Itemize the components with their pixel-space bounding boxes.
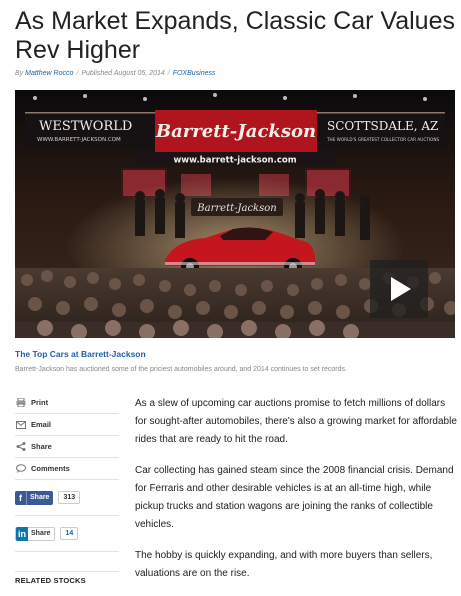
source-link[interactable]: FOXBusiness	[173, 70, 216, 77]
share-icon	[15, 442, 26, 452]
share-label: Share	[31, 442, 52, 451]
facebook-icon: f	[15, 490, 27, 505]
article-tools: Print Email Share Comments f Share 313 i…	[15, 392, 119, 552]
play-button[interactable]	[370, 260, 428, 318]
linkedin-share-count: 14	[60, 527, 79, 540]
play-icon	[391, 277, 411, 301]
print-button[interactable]: Print	[15, 392, 119, 414]
video-title[interactable]: The Top Cars at Barrett-Jackson	[15, 349, 146, 359]
linkedin-share-label: Share	[31, 530, 51, 537]
publish-date: Published August 05, 2014	[81, 70, 165, 77]
banner-logo: Barrett-Jackson	[155, 121, 316, 142]
article-headline: As Market Expands, Classic Car Values Re…	[15, 7, 455, 64]
banner-right-tagline: THE WORLD'S GREATEST COLLECTOR CAR AUCTI…	[326, 137, 439, 142]
banner-right-title: SCOTTSDALE, AZ	[327, 119, 438, 133]
email-button[interactable]: Email	[15, 414, 119, 436]
banner-url: www.barrett-jackson.com	[173, 156, 296, 166]
article-body: As a slew of upcoming car auctions promi…	[135, 395, 457, 596]
body-paragraph: As a slew of upcoming car auctions promi…	[135, 398, 457, 445]
facebook-share-label: Share	[30, 494, 50, 501]
linkedin-icon: in	[16, 526, 28, 541]
video-caption: Barrett-Jackson has auctioned some of th…	[15, 366, 347, 373]
email-label: Email	[31, 420, 52, 429]
comments-button[interactable]: Comments	[15, 458, 119, 480]
video-player[interactable]: WESTWORLD WWW.BARRETT-JACKSON.COM Barret…	[15, 90, 455, 338]
facebook-share-row: f Share 313	[15, 480, 119, 516]
related-divider	[15, 571, 119, 572]
linkedin-share-row: in Share 14	[15, 516, 119, 552]
facebook-share-button[interactable]: f Share	[15, 490, 54, 505]
facebook-share-count: 313	[58, 491, 81, 504]
comments-label: Comments	[31, 464, 70, 473]
byline-prefix: By	[15, 70, 24, 77]
banner-left-url: WWW.BARRETT-JACKSON.COM	[37, 137, 121, 143]
related-stocks-heading: RELATED STOCKS	[15, 576, 86, 585]
share-button[interactable]: Share	[15, 436, 119, 458]
linkedin-share-button[interactable]: in Share	[15, 526, 56, 541]
print-label: Print	[31, 398, 49, 407]
banner-left-title: WESTWORLD	[39, 119, 132, 134]
comment-icon	[15, 464, 26, 474]
stage-logo: Barrett-Jackson	[196, 203, 276, 214]
email-icon	[15, 420, 26, 430]
body-paragraph: The hobby is quickly expanding, and with…	[135, 550, 433, 579]
print-icon	[15, 398, 26, 408]
byline: By Matthew Rocco / Published August 05, 20…	[15, 70, 216, 77]
body-paragraph: Car collecting has gained steam since th…	[135, 465, 454, 530]
author-link[interactable]: Matthew Rocco	[25, 70, 73, 77]
